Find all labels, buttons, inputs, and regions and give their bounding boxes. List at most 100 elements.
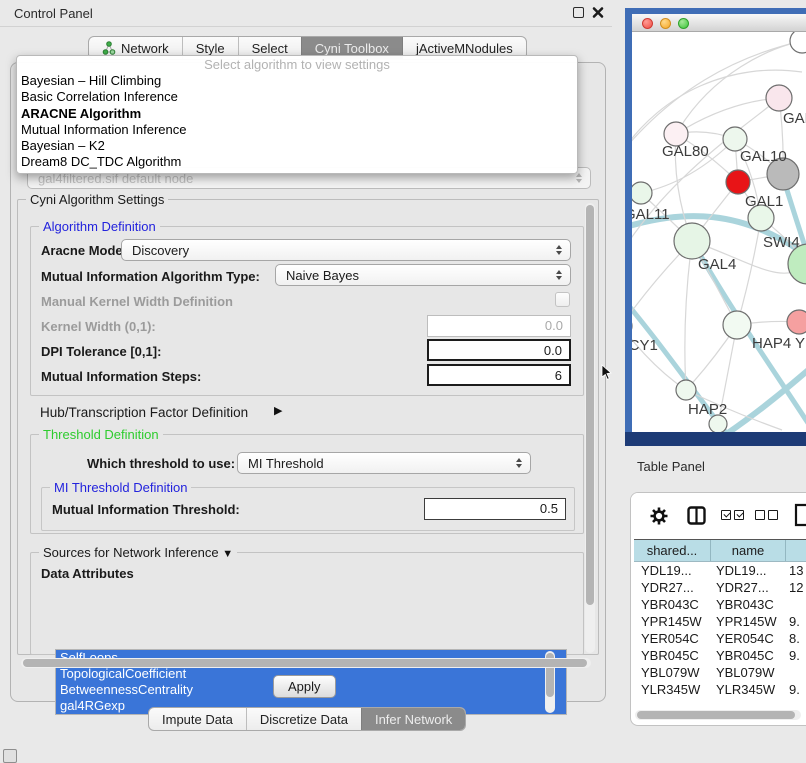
- deselect-all-icon[interactable]: [755, 510, 778, 520]
- node-label: HAP2: [688, 401, 727, 418]
- cyni-algorithm-settings-group: Cyni Algorithm Settings Algorithm Defini…: [17, 199, 599, 655]
- data-attributes-label: Data Attributes: [41, 566, 134, 581]
- table-row[interactable]: YDR27...YDR27...12: [634, 579, 806, 596]
- table-row[interactable]: YER054CYER054C8.: [634, 630, 806, 647]
- node-label: GAL80: [662, 143, 709, 160]
- table-cell: 9.: [782, 681, 806, 698]
- tab-label: Infer Network: [375, 712, 452, 727]
- algorithm-option-basic-correlation-inference[interactable]: Basic Correlation Inference: [17, 89, 577, 105]
- split-columns-icon[interactable]: [687, 506, 706, 525]
- expanded-arrow-icon[interactable]: ▼: [222, 548, 233, 560]
- aracne-mode-combo[interactable]: Discovery: [121, 239, 571, 261]
- network-node-gal11[interactable]: [632, 182, 652, 204]
- settings-vertical-scrollbar[interactable]: [585, 203, 595, 653]
- tab-label: jActiveMNodules: [416, 41, 513, 56]
- table-header-row: shared...name: [634, 539, 806, 562]
- sources-title: Sources for Network Inference ▼: [39, 545, 237, 560]
- table-row[interactable]: YBR043CYBR043C: [634, 596, 806, 613]
- table-cell: 13: [782, 562, 806, 579]
- combo-arrows-icon: [556, 270, 562, 280]
- algorithm-option-bayesian-hill-climbing[interactable]: Bayesian – Hill Climbing: [17, 73, 577, 89]
- mi-type-combo[interactable]: Naive Bayes: [275, 264, 571, 286]
- network-node-gal[interactable]: [766, 85, 792, 111]
- bottom-tab-discretize-data[interactable]: Discretize Data: [246, 708, 361, 730]
- network-window-titlebar[interactable]: [632, 14, 806, 32]
- mi-steps-field[interactable]: 6: [427, 364, 571, 386]
- new-table-icon[interactable]: [794, 503, 806, 527]
- bottom-tab-infer-network[interactable]: Infer Network: [361, 708, 465, 730]
- dpi-tolerance-field[interactable]: 0.0: [427, 339, 571, 361]
- hub-section-label[interactable]: Hub/Transcription Factor Definition: [40, 405, 248, 420]
- network-node[interactable]: [790, 32, 806, 53]
- aracne-mode-value: Discovery: [132, 243, 189, 258]
- tab-label: Discretize Data: [260, 712, 348, 727]
- close-traffic-icon[interactable]: [642, 18, 653, 29]
- application-screen: { "titlebar": { "title": "Control Panel"…: [0, 0, 806, 762]
- table-row[interactable]: YBL079WYBL079W: [634, 664, 806, 681]
- mi-threshold-field[interactable]: 0.5: [424, 498, 566, 520]
- minimize-traffic-icon[interactable]: [660, 18, 671, 29]
- table-cell: YPR145W: [634, 613, 709, 630]
- node-label: GAL10: [740, 148, 787, 165]
- table-cell: YPR145W: [709, 613, 782, 630]
- table-row[interactable]: YDL19...YDL19...13: [634, 562, 806, 579]
- table-cell: YBR043C: [709, 596, 782, 613]
- table-row[interactable]: YPR145WYPR145W9.: [634, 613, 806, 630]
- combo-arrows-icon: [556, 245, 562, 255]
- algorithm-definition-title: Algorithm Definition: [39, 219, 160, 234]
- algorithm-option-aracne-algorithm[interactable]: ARACNE Algorithm: [17, 106, 577, 122]
- node-label: GAL11: [632, 206, 670, 223]
- kernel-width-field[interactable]: 0.0: [427, 315, 571, 337]
- table-row[interactable]: YIL053CYIL053C9.: [634, 698, 806, 702]
- which-threshold-value: MI Threshold: [248, 456, 324, 471]
- table-cell: YER054C: [634, 630, 709, 647]
- collapsed-arrow-icon[interactable]: ▶: [274, 404, 282, 417]
- which-threshold-combo[interactable]: MI Threshold: [237, 452, 531, 474]
- table-cell: 9.: [782, 613, 806, 630]
- table-cell: YIL053C: [634, 698, 709, 702]
- gear-icon[interactable]: [649, 506, 669, 526]
- algorithm-option-bayesian-k2[interactable]: Bayesian – K2: [17, 138, 577, 154]
- table-horizontal-scrollbar[interactable]: [635, 710, 801, 720]
- threshold-definition-group: Threshold Definition Which threshold to …: [30, 434, 584, 534]
- table-cell: YBR045C: [634, 647, 709, 664]
- bottom-tab-impute-data[interactable]: Impute Data: [149, 708, 246, 730]
- which-threshold-label: Which threshold to use:: [87, 456, 235, 471]
- dock-icon[interactable]: [3, 749, 17, 763]
- table-cell: YBL079W: [709, 664, 782, 681]
- zoom-traffic-icon[interactable]: [678, 18, 689, 29]
- table-row[interactable]: YLR345WYLR345W9.: [634, 681, 806, 698]
- mi-threshold-definition-title: MI Threshold Definition: [50, 480, 191, 495]
- column-header-name[interactable]: name: [711, 540, 786, 561]
- algorithm-option-dream8-dc-tdc-algorithm[interactable]: Dream8 DC_TDC Algorithm: [17, 154, 577, 170]
- network-node-gal1[interactable]: [726, 170, 750, 194]
- network-node-gal4[interactable]: [674, 223, 710, 259]
- algorithm-option-mutual-information-inference[interactable]: Mutual Information Inference: [17, 122, 577, 138]
- kernel-width-label: Kernel Width (0,1):: [41, 319, 156, 334]
- network-node-hap2[interactable]: [676, 380, 696, 400]
- table-cell: YDL19...: [709, 562, 782, 579]
- tab-label: Select: [252, 41, 288, 56]
- table-cell: YBR043C: [634, 596, 709, 613]
- manual-kernel-label: Manual Kernel Width Definition: [41, 294, 233, 309]
- float-icon[interactable]: [573, 7, 584, 18]
- table-cell: [782, 596, 806, 613]
- table-cell: YLR345W: [709, 681, 782, 698]
- table-row[interactable]: YBR045CYBR045C9.: [634, 647, 806, 664]
- sources-group: Sources for Network Inference ▼ Data Att…: [30, 552, 584, 655]
- select-all-icon[interactable]: [721, 510, 744, 520]
- close-icon[interactable]: [592, 6, 604, 19]
- column-header-3[interactable]: [786, 540, 806, 561]
- apply-button[interactable]: Apply: [273, 675, 336, 698]
- settings-group-title: Cyni Algorithm Settings: [26, 192, 168, 207]
- manual-kernel-checkbox[interactable]: [555, 292, 570, 307]
- threshold-definition-title: Threshold Definition: [39, 427, 163, 442]
- network-node-hap4[interactable]: [723, 311, 751, 339]
- combo-arrows-icon: [516, 458, 522, 468]
- settings-horizontal-scrollbar[interactable]: [21, 658, 591, 668]
- network-node-y[interactable]: [787, 310, 806, 334]
- column-header-shared[interactable]: shared...: [634, 540, 711, 561]
- mi-type-value: Naive Bayes: [286, 268, 359, 283]
- network-window-bottom-frame: [625, 432, 806, 446]
- network-canvas[interactable]: GALGAL80GAL10GAL1GAL11SWI4GAL4GCY1HAP4YH…: [632, 32, 806, 432]
